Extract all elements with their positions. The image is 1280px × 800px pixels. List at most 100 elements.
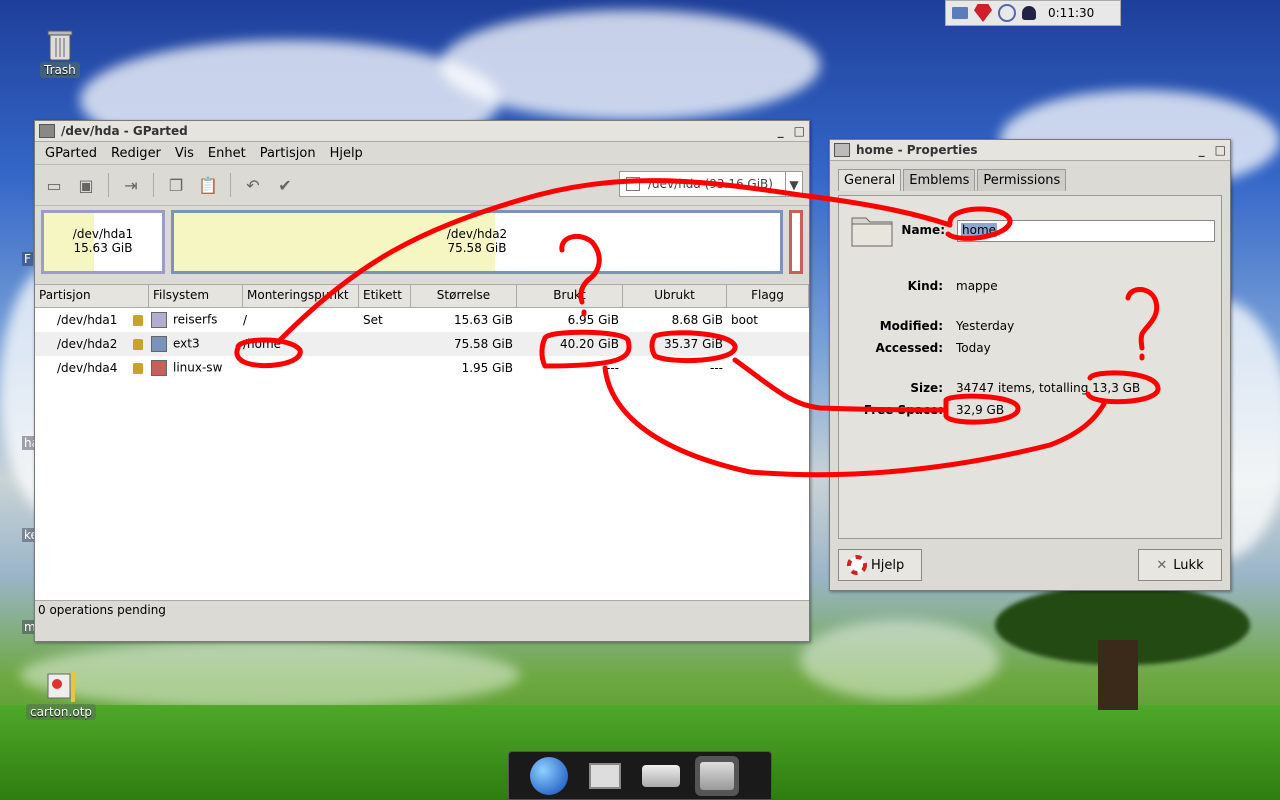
column-header-mountpoint[interactable]: Monteringspunkt <box>243 285 359 307</box>
properties-titlebar[interactable]: home - Properties _ □ <box>830 140 1230 161</box>
wireless-signal-icon[interactable] <box>998 4 1016 22</box>
cell-size: 75.58 GiB <box>453 337 513 351</box>
name-input[interactable]: home <box>957 220 1215 242</box>
chevron-down-icon[interactable]: ▼ <box>785 172 802 196</box>
table-row[interactable]: /dev/hda1 reiserfs / Set 15.63 GiB 6.95 … <box>35 308 809 332</box>
name-label: Name: <box>901 223 945 237</box>
window-icon[interactable] <box>583 756 627 796</box>
table-row[interactable]: /dev/hda2 ext3 /home 75.58 GiB 40.20 GiB… <box>35 332 809 356</box>
partition-table-header: Partisjon Filsystem Monteringspunkt Etik… <box>35 285 809 308</box>
menu-hjelp[interactable]: Hjelp <box>330 146 363 161</box>
table-row[interactable]: /dev/hda4 linux-swap 1.95 GiB --- --- <box>35 356 809 380</box>
delete-icon: ▣ <box>78 175 94 195</box>
presentation-file-icon <box>47 672 75 702</box>
maximize-button[interactable]: □ <box>794 124 805 138</box>
modified-value: Yesterday <box>956 319 1015 333</box>
tab-emblems[interactable]: Emblems <box>903 169 976 191</box>
checkmark-icon: ✔ <box>278 175 292 195</box>
size-label: Size: <box>910 381 943 395</box>
menu-rediger[interactable]: Rediger <box>111 146 161 161</box>
browser-globe-icon[interactable] <box>527 756 571 796</box>
minimize-button[interactable]: _ <box>778 124 784 138</box>
paste-icon: 📋 <box>198 175 218 195</box>
column-header-filesystem[interactable]: Filsystem <box>149 285 243 307</box>
resize-arrow-icon: ⇥ <box>124 175 138 195</box>
dock <box>508 751 772 800</box>
mascot-icon[interactable] <box>1022 6 1036 20</box>
new-partition-button[interactable]: ▭ <box>41 172 67 198</box>
disk-map-partition-hda1[interactable]: /dev/hda1 15.63 GiB <box>41 210 165 274</box>
maximize-button[interactable]: □ <box>1215 143 1226 157</box>
properties-window: home - Properties _ □ General Emblems Pe… <box>829 139 1231 591</box>
minimize-button[interactable]: _ <box>1199 143 1205 157</box>
cell-size: 15.63 GiB <box>453 313 513 327</box>
general-tab-panel: Name: home Kind: mappe Modified: Yesterd… <box>838 195 1222 539</box>
fs-color-swatch <box>151 360 167 376</box>
copy-button[interactable]: ❐ <box>163 172 189 198</box>
free-space-value: 32,9 GB <box>956 403 1005 417</box>
status-bar: 0 operations pending <box>35 600 809 619</box>
column-header-label[interactable]: Etikett <box>359 285 411 307</box>
gparted-app-icon <box>39 124 55 138</box>
disk-map-partition-name: /dev/hda1 <box>72 227 134 241</box>
carton-file-desktop-icon[interactable]: carton.otp <box>26 670 97 720</box>
close-button[interactable]: ✕ Lukk <box>1138 549 1222 581</box>
trash-desktop-icon[interactable]: Trash <box>40 28 80 78</box>
apply-button[interactable]: ✔ <box>272 172 298 198</box>
lifebuoy-icon <box>847 555 867 575</box>
gparted-titlebar[interactable]: /dev/hda - GParted _ □ <box>35 121 809 142</box>
lock-icon <box>133 314 143 326</box>
disk-map: /dev/hda1 15.63 GiB /dev/hda2 75.58 GiB <box>35 206 809 285</box>
hard-drive-icon[interactable] <box>639 756 683 796</box>
menu-partisjon[interactable]: Partisjon <box>260 146 316 161</box>
gparted-menubar: GParted Rediger Vis Enhet Partisjon Hjel… <box>35 142 809 165</box>
column-header-flags[interactable]: Flagg <box>727 285 809 307</box>
cell-unused: 35.37 GiB <box>663 337 723 351</box>
column-header-used[interactable]: Brukt <box>517 285 623 307</box>
gparted-dock-icon[interactable] <box>695 755 739 796</box>
column-header-size[interactable]: Størrelse <box>411 285 517 307</box>
cell-used: 6.95 GiB <box>567 313 619 327</box>
cell-unused: 8.68 GiB <box>671 313 723 327</box>
accessed-label: Accessed: <box>875 341 943 355</box>
tab-general[interactable]: General <box>838 169 902 191</box>
toolbar-separator <box>108 173 109 197</box>
cell-mountpoint: / <box>243 313 248 327</box>
column-header-unused[interactable]: Ubrukt <box>623 285 727 307</box>
clock[interactable]: 0:11:30 <box>1048 6 1094 20</box>
help-button[interactable]: Hjelp <box>838 549 922 581</box>
properties-title: home - Properties <box>856 143 978 157</box>
cell-used: --- <box>606 361 619 375</box>
copy-icon: ❐ <box>168 175 184 195</box>
cell-label: Set <box>363 313 383 327</box>
cell-flags: boot <box>731 313 759 327</box>
disk-map-partition-hda2[interactable]: /dev/hda2 75.58 GiB <box>171 210 783 274</box>
gparted-toolbar: ▭ ▣ ⇥ ❐ 📋 ↶ ✔ /dev/hda (93.16 GiB) ▼ <box>35 165 809 206</box>
name-input-value: home <box>961 223 998 237</box>
column-header-partition[interactable]: Partisjon <box>35 285 149 307</box>
help-button-label: Hjelp <box>871 557 905 573</box>
device-selector[interactable]: /dev/hda (93.16 GiB) ▼ <box>619 171 803 197</box>
folder-app-icon <box>834 143 850 157</box>
cell-used: 40.20 GiB <box>559 337 619 351</box>
menu-vis[interactable]: Vis <box>175 146 194 161</box>
paste-button[interactable]: 📋 <box>195 172 221 198</box>
tab-permissions[interactable]: Permissions <box>977 169 1067 191</box>
carton-file-label: carton.otp <box>26 704 97 720</box>
partition-table: Partisjon Filsystem Monteringspunkt Etik… <box>35 285 809 600</box>
menu-enhet[interactable]: Enhet <box>208 146 246 161</box>
toolbar-separator <box>230 173 231 197</box>
menu-gparted[interactable]: GParted <box>45 146 97 161</box>
resize-move-button[interactable]: ⇥ <box>118 172 144 198</box>
undo-button[interactable]: ↶ <box>240 172 266 198</box>
gparted-window: /dev/hda - GParted _ □ GParted Rediger V… <box>34 120 810 642</box>
delete-partition-button[interactable]: ▣ <box>73 172 99 198</box>
disk-map-partition-swap[interactable] <box>789 210 803 274</box>
network-card-icon[interactable] <box>952 7 968 19</box>
kind-value: mappe <box>956 279 998 293</box>
filesystem-name: linux-swap <box>173 360 223 375</box>
cell-size: 1.95 GiB <box>461 361 513 375</box>
kind-label: Kind: <box>907 279 943 293</box>
lock-icon <box>133 362 143 374</box>
ruby-gem-icon[interactable] <box>974 4 992 22</box>
